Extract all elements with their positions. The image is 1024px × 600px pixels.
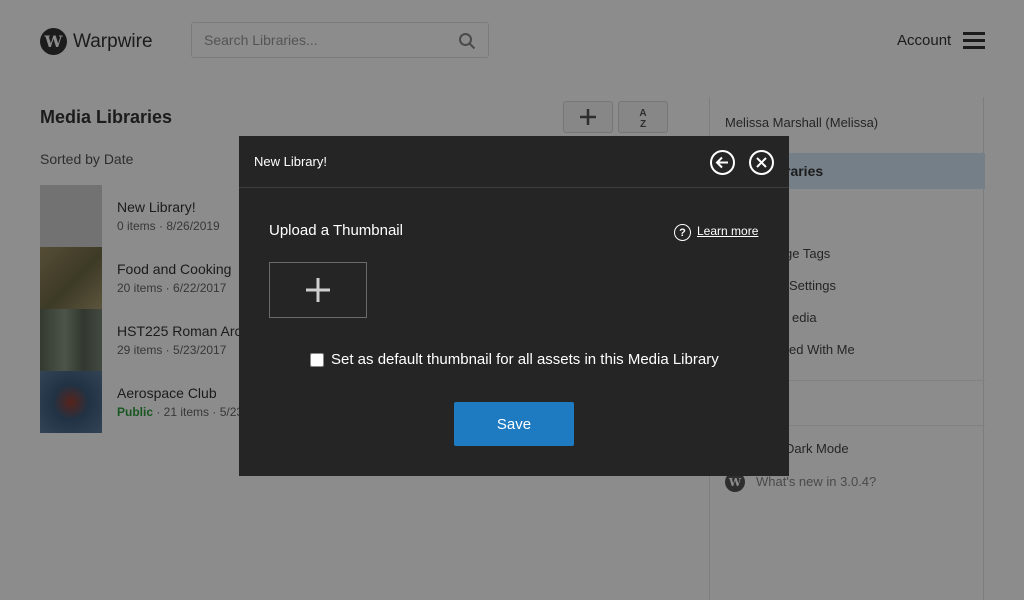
- plus-icon: [306, 278, 330, 302]
- save-button[interactable]: Save: [454, 402, 574, 446]
- default-thumbnail-label[interactable]: Set as default thumbnail for all assets …: [331, 351, 719, 368]
- modal-title: New Library!: [254, 154, 327, 169]
- upload-thumbnail-button[interactable]: [269, 262, 367, 318]
- default-thumbnail-row: Set as default thumbnail for all assets …: [310, 351, 719, 368]
- default-thumbnail-checkbox[interactable]: [310, 352, 324, 367]
- close-icon: [756, 157, 767, 168]
- back-button[interactable]: [710, 150, 735, 175]
- arrow-left-icon: [715, 156, 728, 169]
- modal-header: New Library!: [239, 136, 789, 188]
- learn-more-link[interactable]: Learn more: [697, 224, 758, 238]
- help-icon[interactable]: ?: [674, 224, 691, 241]
- new-library-modal: New Library! Upload a Thumbnail ? Learn …: [239, 136, 789, 476]
- close-button[interactable]: [749, 150, 774, 175]
- upload-thumbnail-label: Upload a Thumbnail: [269, 222, 403, 239]
